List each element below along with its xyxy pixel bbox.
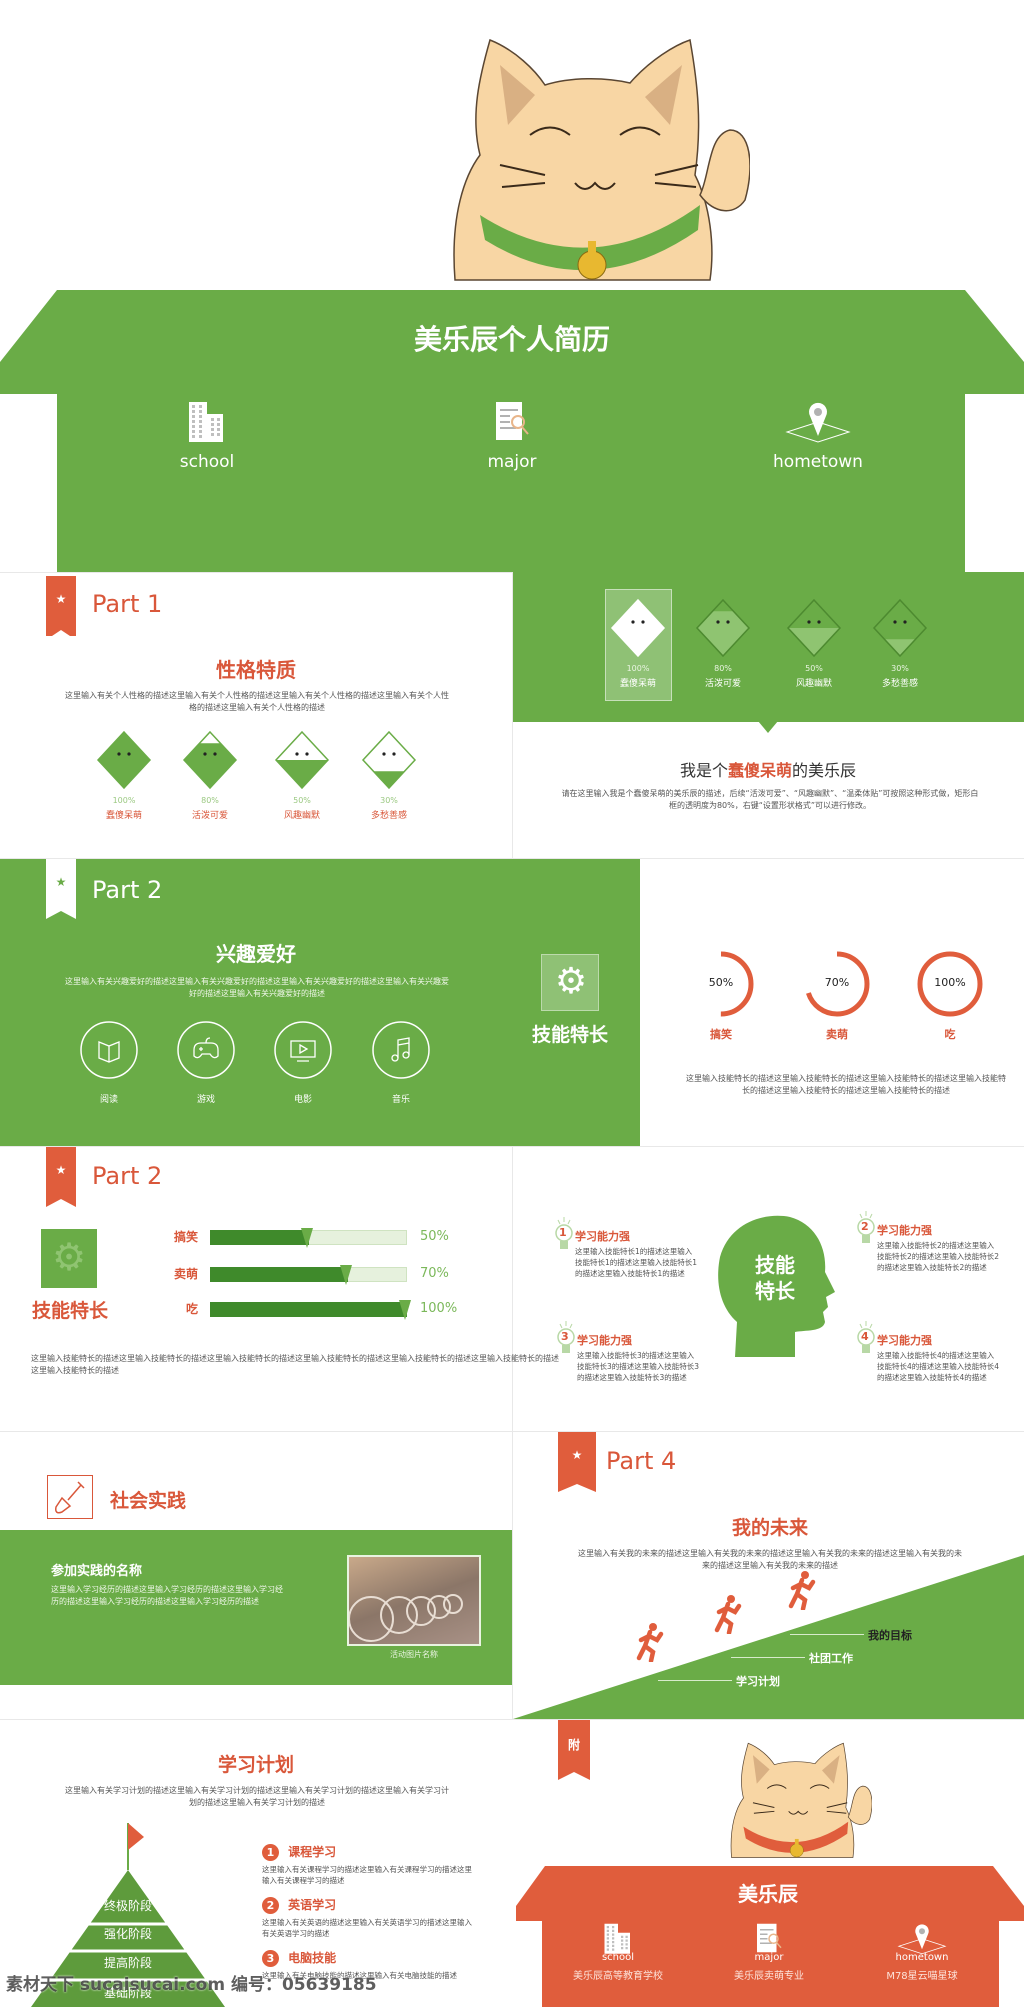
- building-icon: [566, 1922, 671, 1954]
- trait-selector-3[interactable]: 30% 多愁善感: [865, 596, 935, 689]
- star-icon: ★: [55, 592, 67, 606]
- tv-icon: [274, 1021, 332, 1079]
- pyramid-level: 提高阶段: [103, 1956, 153, 1970]
- section-title: 兴趣爱好: [216, 942, 296, 966]
- photo-caption: 活动图片名称: [390, 1650, 438, 1659]
- gamepad-icon: [177, 1021, 235, 1079]
- appendix-item-school: school 美乐辰高等教育学校: [548, 1918, 688, 1982]
- trait-selector-0[interactable]: 100% 蠢傻呆萌: [603, 596, 673, 689]
- skills-desc: 这里输入技能特长的描述这里输入技能特长的描述这里输入技能特长的描述这里输入技能特…: [686, 1074, 1006, 1095]
- skills-title: 技能特长: [31, 1300, 109, 1322]
- hobby-1: 游戏: [171, 1020, 241, 1105]
- music-note-icon: [372, 1021, 430, 1079]
- section-title: 学习计划: [217, 1754, 295, 1776]
- part-ribbon: ★: [46, 1147, 76, 1199]
- part-label: Part 2: [92, 876, 163, 904]
- cover-item-major[interactable]: major: [452, 400, 572, 472]
- part-label: Part 2: [92, 1162, 163, 1190]
- appendix-item-major: major 美乐辰卖萌专业: [699, 1918, 839, 1982]
- skills-desc: 这里输入技能特长的描述这里输入技能特长的描述这里输入技能特长的描述这里输入技能特…: [31, 1354, 559, 1375]
- bar-marker: [300, 1228, 313, 1248]
- part-ribbon: ★: [46, 859, 76, 911]
- bar-fill: [210, 1302, 407, 1317]
- plan-item-0: 1 课程学习 这里输入有关课程学习的描述这里输入有关课程学习的描述这里输入有关课…: [262, 1844, 472, 1885]
- practice-desc: 这里输入学习经历的描述这里输入学习经历的描述这里输入学习经历的描述这里输入学习经…: [51, 1585, 283, 1606]
- gear-icon: ⚙: [51, 1235, 87, 1279]
- skills-icon-box: ⚙: [541, 954, 599, 1011]
- pyramid-level: 强化阶段: [103, 1927, 153, 1941]
- trait-diamond-gauge: [89, 728, 159, 796]
- star-icon: ★: [571, 1448, 583, 1462]
- trait-selector-2[interactable]: 50% 风趣幽默: [779, 596, 849, 689]
- appendix-ribbon: 附: [558, 1720, 590, 1772]
- trait-diamond-gauge: [175, 728, 245, 796]
- head-label: 技能 特长: [755, 1253, 795, 1303]
- part-ribbon: ★: [558, 1432, 596, 1484]
- map-pin-icon: [870, 1922, 975, 1955]
- trait-diamond-gauge: [688, 596, 758, 664]
- building-icon: [147, 400, 267, 448]
- flag-icon: [128, 1823, 144, 1850]
- skill-ring-2: 100% 吃: [910, 946, 990, 1042]
- runner-icon: [788, 1571, 816, 1610]
- section-desc: 这里输入有关学习计划的描述这里输入有关学习计划的描述这里输入有关学习计划的描述这…: [65, 1786, 449, 1807]
- bar-marker: [339, 1265, 352, 1285]
- practice-name: 参加实践的名称: [51, 1564, 143, 1579]
- section-title: 我的未来: [731, 1517, 809, 1539]
- trait-diamond-gauge: [354, 728, 424, 796]
- trait-2: 50% 风趣幽默: [267, 728, 337, 821]
- skills-title: 技能特长: [531, 1024, 609, 1046]
- me-desc: 请在这里输入我是个蠢傻呆萌的美乐辰的描述，后续“活泼可爱”、“风趣幽默”、“温柔…: [561, 789, 979, 810]
- cover-item-hometown[interactable]: hometown: [758, 400, 878, 472]
- appendix-name: 美乐辰: [738, 1882, 798, 1906]
- section-desc: 这里输入有关个人性格的描述这里输入有关个人性格的描述这里输入有关个人性格的描述这…: [65, 691, 449, 712]
- trait-3: 30% 多愁善感: [354, 728, 424, 821]
- gear-icon: ⚙: [554, 961, 588, 1002]
- section-desc: 这里输入有关兴趣爱好的描述这里输入有关兴趣爱好的描述这里输入有关兴趣爱好的描述这…: [65, 977, 449, 998]
- part-label: Part 4: [606, 1447, 677, 1475]
- hobby-2: 电影: [268, 1020, 338, 1105]
- skill-ring-0: 50% 搞笑: [681, 946, 761, 1042]
- book-icon: [80, 1021, 138, 1079]
- trait-selector-1[interactable]: 80% 活泼可爱: [688, 596, 758, 689]
- rising-slope: [513, 1555, 1024, 1719]
- activity-photo[interactable]: [347, 1555, 481, 1646]
- document-search-icon: [452, 400, 572, 448]
- me-headline: 我是个蠢傻呆萌的美乐辰: [679, 761, 857, 780]
- map-pin-icon: [758, 400, 878, 448]
- watermark: 素材天下 sucaisucai.com 编号：05639185: [6, 1975, 377, 1995]
- cover-item-school[interactable]: school: [147, 400, 267, 472]
- trait-diamond-gauge: [267, 728, 337, 796]
- hobby-0: 阅读: [74, 1020, 144, 1105]
- section-title: 社会实践: [110, 1490, 187, 1512]
- part-label: Part 1: [92, 590, 163, 618]
- runner-icon: [636, 1623, 664, 1662]
- document-search-icon: [717, 1922, 822, 1953]
- trait-1: 80% 活泼可爱: [175, 728, 245, 821]
- section-title: 性格特质: [216, 658, 296, 682]
- bar-fill: [210, 1267, 348, 1282]
- skill-ring-1: 70% 卖萌: [797, 946, 877, 1042]
- bar-fill: [210, 1230, 309, 1245]
- trait-diamond-gauge: [603, 596, 673, 664]
- trait-diamond-gauge: [865, 596, 935, 664]
- lucky-cat-illustration: [730, 1742, 872, 1858]
- skills-icon-box: ⚙: [41, 1229, 97, 1288]
- trait-0: 100% 蠢傻呆萌: [89, 728, 159, 821]
- shovel-icon: [47, 1475, 93, 1519]
- trait-diamond-gauge: [779, 596, 849, 664]
- bar-marker: [399, 1300, 411, 1320]
- star-icon: ★: [55, 1163, 67, 1177]
- appendix-item-hometown: hometown M78星云喵星球: [852, 1918, 992, 1982]
- hobby-3: 音乐: [366, 1020, 436, 1105]
- part-ribbon: ★: [46, 576, 76, 636]
- cover-title: 美乐辰个人简历: [413, 323, 611, 356]
- lucky-cat-illustration: [453, 38, 750, 281]
- pyramid-level: 终极阶段: [103, 1899, 153, 1913]
- star-icon: ★: [55, 875, 67, 889]
- runner-icon: [714, 1595, 742, 1634]
- plan-item-1: 2 英语学习 这里输入有关英语的描述这里输入有关英语学习的描述这里输入有关英语学…: [262, 1897, 472, 1938]
